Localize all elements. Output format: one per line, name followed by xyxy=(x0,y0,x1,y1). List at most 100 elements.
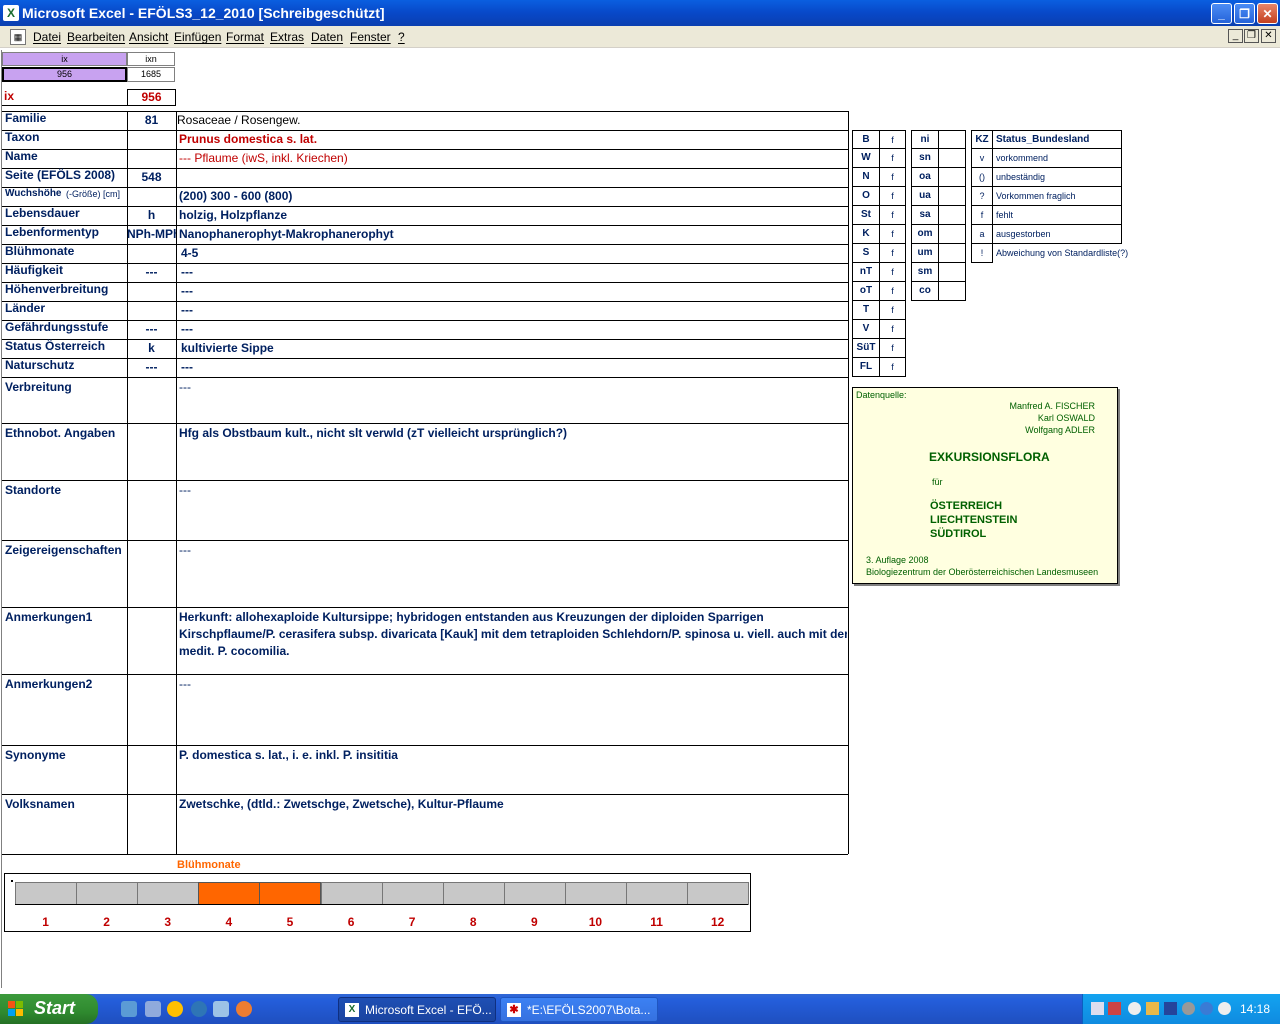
menu-fenster[interactable]: Fenster xyxy=(350,30,391,44)
region-status[interactable]: f xyxy=(880,149,906,168)
field-value[interactable]: --- xyxy=(177,677,847,693)
region-status[interactable]: f xyxy=(880,168,906,187)
field-value[interactable]: kultivierte Sippe xyxy=(177,339,847,358)
field-value[interactable]: --- xyxy=(177,263,847,282)
region-status[interactable]: f xyxy=(880,244,906,263)
field-code[interactable] xyxy=(127,301,176,320)
tray-sound-icon[interactable] xyxy=(1108,1002,1121,1015)
quicklaunch-mail-icon[interactable] xyxy=(213,1001,229,1017)
region-status[interactable]: f xyxy=(880,358,906,377)
field-value[interactable]: Hfg als Obstbaum kult., nicht slt verwld… xyxy=(177,426,847,442)
region-status[interactable]: f xyxy=(880,130,906,149)
menu-help[interactable]: ? xyxy=(398,30,405,44)
close-button[interactable]: ✕ xyxy=(1257,3,1278,24)
field-value[interactable]: 4-5 xyxy=(177,244,847,263)
tray-security-icon[interactable] xyxy=(1146,1002,1159,1015)
field-value[interactable]: (200) 300 - 600 (800) xyxy=(177,187,847,206)
menu-extras[interactable]: Extras xyxy=(270,30,304,44)
field-value[interactable]: --- xyxy=(177,320,847,339)
field-code[interactable]: --- xyxy=(127,358,176,377)
minimize-button[interactable]: _ xyxy=(1211,3,1232,24)
field-code[interactable]: 81 xyxy=(127,111,176,130)
zone-status[interactable] xyxy=(939,206,966,225)
field-label: Familie xyxy=(5,111,47,125)
region-status[interactable]: f xyxy=(880,225,906,244)
field-value[interactable]: --- xyxy=(177,380,847,396)
task-excel[interactable]: X Microsoft Excel - EFÖ... xyxy=(338,997,496,1022)
quicklaunch-desktop-icon[interactable] xyxy=(145,1001,161,1017)
doc-restore-button[interactable]: ❐ xyxy=(1244,29,1259,43)
menu-daten[interactable]: Daten xyxy=(311,30,343,44)
field-value-line[interactable]: Herkunft: allohexaploide Kultursippe; hy… xyxy=(177,610,847,626)
field-value[interactable]: Rosaceae / Rosengew. xyxy=(177,111,847,130)
region-status[interactable]: f xyxy=(880,320,906,339)
tray-app-icon[interactable] xyxy=(1218,1002,1231,1015)
restore-button[interactable]: ❐ xyxy=(1234,3,1255,24)
zone-status[interactable] xyxy=(939,282,966,301)
doc-minimize-button[interactable]: _ xyxy=(1228,29,1243,43)
menu-ansicht[interactable]: Ansicht xyxy=(129,30,168,44)
field-value[interactable]: Nanophanerophyt-Makrophanerophyt xyxy=(177,225,847,244)
zone-status[interactable] xyxy=(939,244,966,263)
field-value[interactable]: --- xyxy=(177,483,847,499)
field-value-line[interactable]: Kirschpflaume/P. cerasifera subsp. divar… xyxy=(177,627,847,643)
tray-info-icon[interactable] xyxy=(1200,1002,1213,1015)
start-button[interactable]: Start xyxy=(0,994,98,1024)
field-value[interactable]: P. domestica s. lat., i. e. inkl. P. ins… xyxy=(177,748,847,764)
field-code[interactable]: --- xyxy=(127,263,176,282)
quicklaunch-media-icon[interactable] xyxy=(167,1001,183,1017)
quicklaunch-network-icon[interactable] xyxy=(121,1001,137,1017)
field-code[interactable]: k xyxy=(127,339,176,358)
menu-format[interactable]: Format xyxy=(226,30,264,44)
zone-status[interactable] xyxy=(939,225,966,244)
menu-einfuegen[interactable]: Einfügen xyxy=(174,30,221,44)
region-status[interactable]: f xyxy=(880,301,906,320)
field-value[interactable]: --- xyxy=(177,301,847,320)
field-code[interactable] xyxy=(127,244,176,263)
tray-shield-icon[interactable] xyxy=(1164,1002,1177,1015)
field-code[interactable]: NPh-MPh xyxy=(127,225,176,244)
menu-datei[interactable]: Datei xyxy=(33,30,61,44)
field-code[interactable] xyxy=(127,130,176,149)
field-code[interactable]: --- xyxy=(127,320,176,339)
quicklaunch-ie-icon[interactable] xyxy=(191,1001,207,1017)
region-status[interactable]: f xyxy=(880,339,906,358)
region-status[interactable]: f xyxy=(880,187,906,206)
field-code[interactable] xyxy=(127,149,176,168)
field-value[interactable]: Prunus domestica s. lat. xyxy=(177,130,847,149)
region-status[interactable]: f xyxy=(880,282,906,301)
task-browser[interactable]: ✱ *E:\EFÖLS2007\Bota... xyxy=(500,997,658,1022)
field-value[interactable]: --- xyxy=(177,358,847,377)
field-value[interactable]: --- Pflaume (iwS, inkl. Kriechen) xyxy=(177,149,847,168)
zone-status[interactable] xyxy=(939,187,966,206)
excel-icon[interactable]: X xyxy=(3,5,19,21)
bloom-month-bar xyxy=(137,882,200,905)
workbook-icon[interactable]: ▦ xyxy=(10,29,26,45)
zone-status[interactable] xyxy=(939,168,966,187)
legend-header-kz: KZ xyxy=(971,130,993,149)
field-code[interactable]: 548 xyxy=(127,168,176,187)
zone-status[interactable] xyxy=(939,263,966,282)
tray-network-icon[interactable] xyxy=(1091,1002,1104,1015)
field-code[interactable] xyxy=(127,282,176,301)
tray-search-icon[interactable] xyxy=(1128,1002,1141,1015)
zone-status[interactable] xyxy=(939,130,966,149)
field-value-line[interactable]: medit. P. cocomilia. xyxy=(177,644,847,660)
index-value-ixn[interactable]: 1685 xyxy=(127,67,175,82)
zone-status[interactable] xyxy=(939,149,966,168)
region-status[interactable]: f xyxy=(880,206,906,225)
field-value[interactable]: Zwetschke, (dtld.: Zwetschge, Zwetsche),… xyxy=(177,797,847,813)
field-value[interactable] xyxy=(177,168,847,187)
field-code[interactable] xyxy=(127,187,176,206)
quicklaunch-firefox-icon[interactable] xyxy=(236,1001,252,1017)
doc-close-button[interactable]: ✕ xyxy=(1261,29,1276,43)
field-code[interactable]: h xyxy=(127,206,176,225)
index-value-ix[interactable]: 956 xyxy=(2,67,127,82)
region-status[interactable]: f xyxy=(880,263,906,282)
tray-update-icon[interactable] xyxy=(1182,1002,1195,1015)
menu-bearbeiten[interactable]: Bearbeiten xyxy=(67,30,125,44)
field-value[interactable]: holzig, Holzpflanze xyxy=(177,206,847,225)
field-value[interactable]: --- xyxy=(177,282,847,301)
ix-value[interactable]: 956 xyxy=(127,89,176,106)
field-value[interactable]: --- xyxy=(177,543,847,559)
